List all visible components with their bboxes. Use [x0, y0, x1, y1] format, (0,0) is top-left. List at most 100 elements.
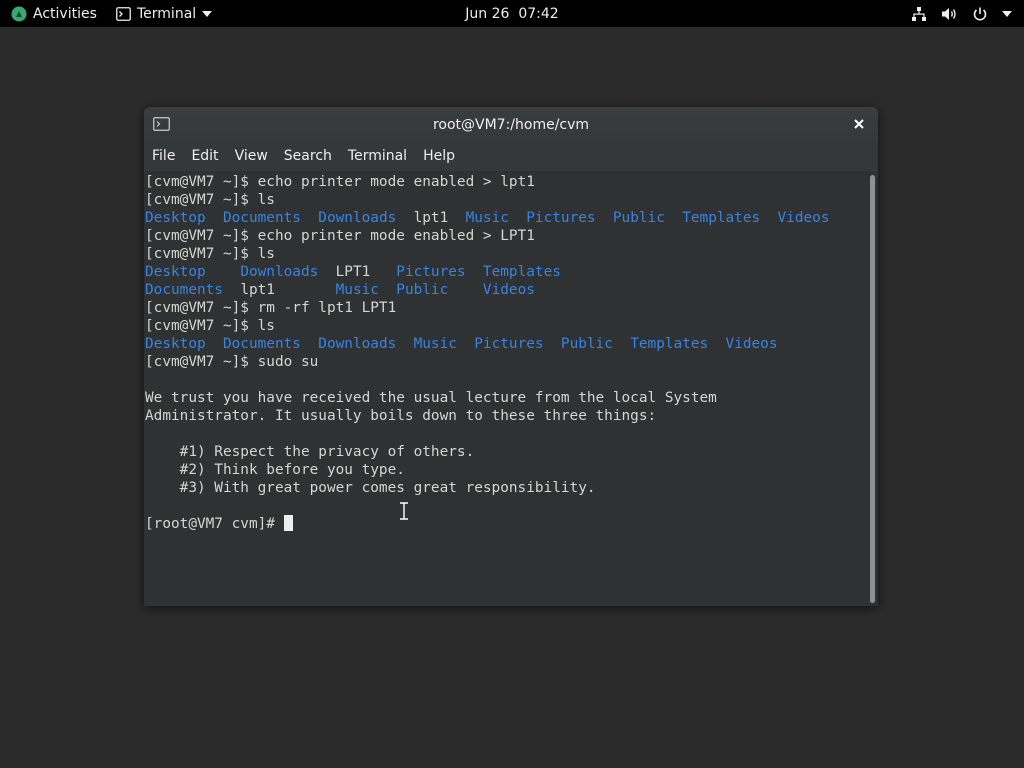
directory-entry: Documents [222, 336, 301, 352]
terminal-line: [root@VM7 cvm]# [145, 515, 869, 533]
terminal-line: Desktop Documents Downloads lpt1 Music P… [145, 209, 869, 227]
menu-help[interactable]: Help [415, 142, 463, 171]
directory-entry: Downloads [318, 336, 397, 352]
directory-entry: Downloads [318, 210, 397, 226]
output-text: #3) With great power comes great respons… [145, 480, 596, 496]
text-cursor-icon [398, 502, 410, 520]
directory-entry: Templates [682, 210, 761, 226]
status-menu[interactable] [911, 0, 1012, 27]
menu-edit[interactable]: Edit [183, 142, 226, 171]
terminal-output[interactable]: [cvm@VM7 ~]$ echo printer mode enabled >… [144, 171, 869, 606]
terminal-line: [cvm@VM7 ~]$ echo printer mode enabled >… [145, 173, 869, 191]
network-icon [911, 6, 927, 22]
terminal-line: [cvm@VM7 ~]$ rm -rf lpt1 LPT1 [145, 299, 869, 317]
directory-entry: Public [396, 282, 449, 298]
directory-entry: Desktop [145, 264, 206, 280]
file-entry: lpt1 [413, 210, 449, 226]
activities-button[interactable]: Activities [11, 0, 97, 27]
shell-prompt: [cvm@VM7 ~]$ [145, 318, 258, 334]
terminal-line: Documents lpt1 Music Public Videos [145, 281, 869, 299]
window-title: root@VM7:/home/cvm [432, 116, 590, 133]
menu-file[interactable]: File [144, 142, 183, 171]
top-bar: Activities Terminal Jun 26 07:42 [0, 0, 1024, 27]
terminal-line: [cvm@VM7 ~]$ ls [145, 245, 869, 263]
menu-bar: File Edit View Search Terminal Help [144, 142, 878, 171]
shell-command: sudo su [257, 354, 319, 370]
shell-command: ls [257, 318, 275, 334]
activities-label: Activities [33, 5, 97, 22]
directory-entry: Music [413, 336, 457, 352]
app-menu-terminal[interactable]: Terminal [116, 0, 213, 27]
terminal-window: root@VM7:/home/cvm File Edit View Search… [144, 107, 878, 606]
directory-entry: Public [612, 210, 665, 226]
shell-prompt: [cvm@VM7 ~]$ [145, 192, 258, 208]
app-menu-label: Terminal [137, 5, 197, 22]
directory-entry: Desktop [145, 336, 206, 352]
shell-prompt: [cvm@VM7 ~]$ [145, 246, 258, 262]
scrollbar[interactable] [870, 175, 875, 603]
terminal-line: [cvm@VM7 ~]$ ls [145, 191, 869, 209]
shell-prompt: [cvm@VM7 ~]$ [145, 300, 258, 316]
menu-view[interactable]: View [227, 142, 276, 171]
terminal-line: #3) With great power comes great respons… [145, 479, 869, 497]
fedora-logo-icon [11, 6, 27, 22]
shell-command: ls [257, 192, 275, 208]
output-text: #1) Respect the privacy of others. [145, 444, 475, 460]
file-entry: lpt1 [240, 282, 275, 298]
close-button[interactable] [850, 115, 868, 133]
block-cursor [283, 515, 293, 531]
title-bar[interactable]: root@VM7:/home/cvm [144, 107, 878, 142]
terminal-line: We trust you have received the usual lec… [145, 389, 869, 407]
terminal-line: #2) Think before you type. [145, 461, 869, 479]
terminal-icon [116, 6, 131, 21]
menu-terminal[interactable]: Terminal [340, 142, 415, 171]
shell-command: echo printer mode enabled > LPT1 [257, 228, 535, 244]
directory-entry: Pictures [526, 210, 596, 226]
shell-command: rm -rf lpt1 LPT1 [257, 300, 397, 316]
shell-prompt: [root@VM7 cvm]# [145, 516, 284, 532]
output-text: #2) Think before you type. [145, 462, 405, 478]
menu-search[interactable]: Search [276, 142, 340, 171]
directory-entry: Pictures [396, 264, 466, 280]
terminal-line: Desktop Documents Downloads Music Pictur… [145, 335, 869, 353]
clock[interactable]: Jun 26 07:42 [465, 6, 558, 22]
shell-command: ls [257, 246, 275, 262]
terminal-line: [cvm@VM7 ~]$ ls [145, 317, 869, 335]
shell-prompt: [cvm@VM7 ~]$ [145, 174, 258, 190]
directory-entry: Videos [482, 282, 535, 298]
directory-entry: Desktop [145, 210, 206, 226]
shell-command: echo printer mode enabled > lpt1 [257, 174, 535, 190]
chevron-down-icon [202, 10, 213, 17]
chevron-down-icon [1002, 10, 1012, 17]
shell-prompt: [cvm@VM7 ~]$ [145, 354, 258, 370]
terminal-line: [cvm@VM7 ~]$ echo printer mode enabled >… [145, 227, 869, 245]
shell-prompt: [cvm@VM7 ~]$ [145, 228, 258, 244]
volume-icon [941, 6, 958, 22]
directory-entry: Public [560, 336, 613, 352]
directory-entry: Videos [777, 210, 830, 226]
directory-entry: Videos [725, 336, 778, 352]
directory-entry: Pictures [474, 336, 544, 352]
file-entry: LPT1 [335, 264, 371, 280]
directory-entry: Templates [482, 264, 561, 280]
